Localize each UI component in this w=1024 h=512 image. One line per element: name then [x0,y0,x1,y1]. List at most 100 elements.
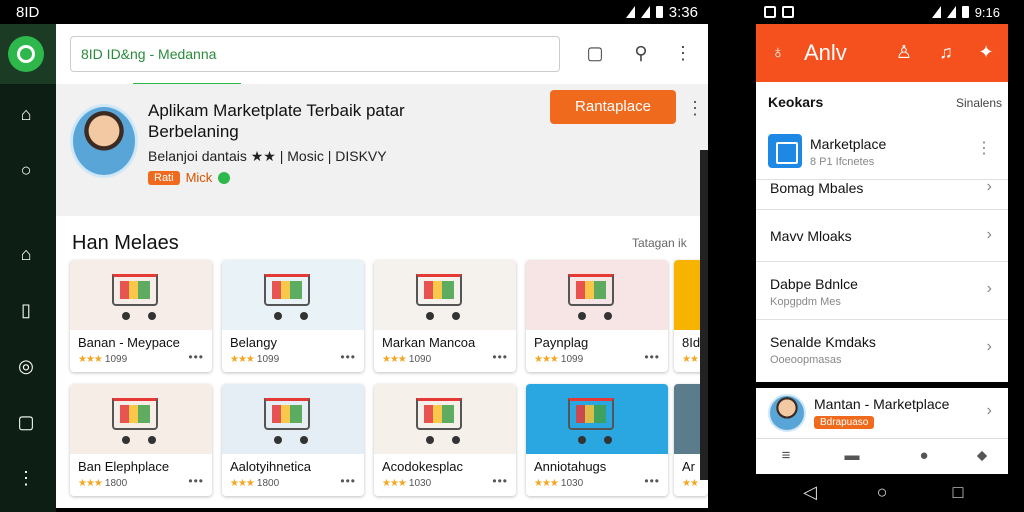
list-action[interactable]: Sinalens [956,96,1002,110]
marketplace-title: Marketplace [810,136,887,152]
rating-stars: ★★★ [230,478,255,489]
product-name: Aalotyihnetica [230,459,311,474]
featured-card[interactable]: Mantan - Marketplace Bdrapuaso › [756,388,1008,438]
list-item[interactable]: Senalde Kmdaks Ooeoopmasas › [756,320,1008,382]
status-right-icons: 9:16 [931,4,1000,20]
overflow-menu-icon[interactable]: ⋮ [672,42,694,64]
hero-badge-row: Rati Mick [148,170,231,185]
product-card[interactable]: Belangy ★★★ 1099 ••• [222,260,364,372]
nav-rail: ⌂ ○ ⌂ ▯ ◎ ▢ ⋮ [0,24,56,512]
notification-icon [764,6,776,18]
hero-title: Aplikam Marketplate Terbaik patar Berbel… [148,101,405,141]
hero-more-icon[interactable]: ⋮ [686,98,704,119]
product-more-icon[interactable]: ••• [644,350,660,364]
marketplace-sub: 8 P1 Ifcnetes [810,156,875,168]
product-meta: ★★★ 1099 [78,354,127,365]
circle-icon[interactable]: ● [914,447,934,464]
search-input[interactable]: 8ID ID&ng - Medanna [70,36,560,85]
section-see-all-link[interactable]: Tatagan ik [632,236,687,250]
hero-badge: Rati [148,170,180,185]
product-meta: ★★★ 1030 [382,478,431,489]
list-item-title: Mavv Mloaks [770,228,852,244]
product-card[interactable]: Ban Elephplace ★★★ 1800 ••• [70,384,212,496]
rating-stars: ★★★ [230,354,255,365]
wallet-icon[interactable]: ◎ [16,356,36,376]
store-icon[interactable]: ⌂ [16,244,36,264]
list-item[interactable]: Bomag Mbales › [756,178,1008,210]
list-item-title: Dabpe Bdnlce [770,276,858,292]
product-more-icon[interactable]: ••• [188,474,204,488]
product-card[interactable]: Anniotahugs ★★★ 1030 ••• [526,384,668,496]
product-name: Belangy [230,335,277,350]
home-icon[interactable]: ⌂ [16,104,36,124]
list-item[interactable]: Dabpe Bdnlce Kopgpdm Mes › [756,262,1008,320]
product-more-icon[interactable]: ••• [644,474,660,488]
featured-title: Mantan - Marketplace [814,396,950,412]
product-more-icon[interactable]: ••• [340,474,356,488]
chevron-right-icon: › [986,226,992,243]
product-more-icon[interactable]: ••• [492,350,508,364]
wifi-icon [931,6,941,18]
status-bar-left: 8ID 3:36 [0,0,708,24]
chevron-right-icon: › [986,402,992,419]
marketplace-button[interactable]: Rantaplace [550,90,676,124]
hero-avatar [70,104,138,178]
online-dot-icon [218,171,231,184]
list-item[interactable]: Mavv Mloaks › [756,210,1008,262]
search-button-icon[interactable]: ⚲ [630,42,652,64]
product-count: 1099 [256,354,280,365]
status-clock-right: 9:16 [974,4,1000,20]
product-image [222,260,364,330]
marketplace-row[interactable]: Marketplace 8 P1 Ifcnetes ⋮ [756,122,1008,180]
product-count: 1090 [408,354,432,365]
product-more-icon[interactable]: ••• [492,474,508,488]
product-count: 1030 [560,478,584,489]
document-icon[interactable]: ▯ [16,300,36,320]
cart-icon[interactable]: ▬ [842,447,862,464]
product-image [70,384,212,454]
bottom-nav: ≡ ▬ ● ⬥ [756,438,1008,474]
system-nav-bar: ◁ ○ □ [756,476,1008,512]
section-title: Han Melaes [72,232,179,254]
row-more-icon[interactable]: ⋮ [976,138,992,158]
tablet-icon[interactable]: ▢ [16,412,36,432]
product-meta: ★★ [682,354,701,365]
recents-icon[interactable]: □ [948,482,968,503]
cart-icon [264,398,310,430]
main-panel: 8ID ID&ng - Medanna ▢ ⚲ ⋮ Aplikam Market… [56,24,708,508]
status-clock: 3:36 [668,3,698,21]
product-count: 1099 [560,354,584,365]
rating-stars: ★★ [682,354,699,365]
product-card[interactable]: Markan Mancoa ★★★ 1090 ••• [374,260,516,372]
product-card[interactable]: Acodokesplac ★★★ 1030 ••• [374,384,516,496]
sparkle-icon[interactable]: ✦ [976,42,996,63]
bell-icon[interactable]: ♫ [936,42,956,63]
more-icon[interactable]: ⋮ [16,468,36,488]
rail-header [0,24,56,84]
product-card[interactable]: Paynplag ★★★ 1099 ••• [526,260,668,372]
product-card[interactable]: Aalotyihnetica ★★★ 1800 ••• [222,384,364,496]
home-button-icon[interactable]: ○ [872,482,892,503]
app-logo-icon[interactable] [8,36,44,72]
product-name: Paynplag [534,335,589,350]
profile-icon[interactable]: ♙ [894,42,914,63]
search-icon[interactable]: ○ [16,160,36,180]
status-icons: 3:36 [625,3,698,21]
cart-icon [416,398,462,430]
product-name: Markan Mancoa [382,335,476,350]
location-icon[interactable]: ♁ [768,42,788,63]
chevron-right-icon: › [986,178,992,195]
product-card[interactable]: Banan - Meypace ★★★ 1099 ••• [70,260,212,372]
cart-icon [112,274,158,306]
scan-icon[interactable]: ▢ [584,42,606,64]
menu-icon[interactable]: ≡ [776,447,796,464]
product-meta: ★★★ 1099 [534,354,583,365]
account-icon[interactable]: ⬥ [972,447,992,464]
product-name: Anniotahugs [534,459,607,474]
product-count: 1030 [408,478,432,489]
product-more-icon[interactable]: ••• [188,350,204,364]
product-image [374,260,516,330]
product-more-icon[interactable]: ••• [340,350,356,364]
back-icon[interactable]: ◁ [800,482,820,503]
phone-title: Anlv [804,40,847,65]
